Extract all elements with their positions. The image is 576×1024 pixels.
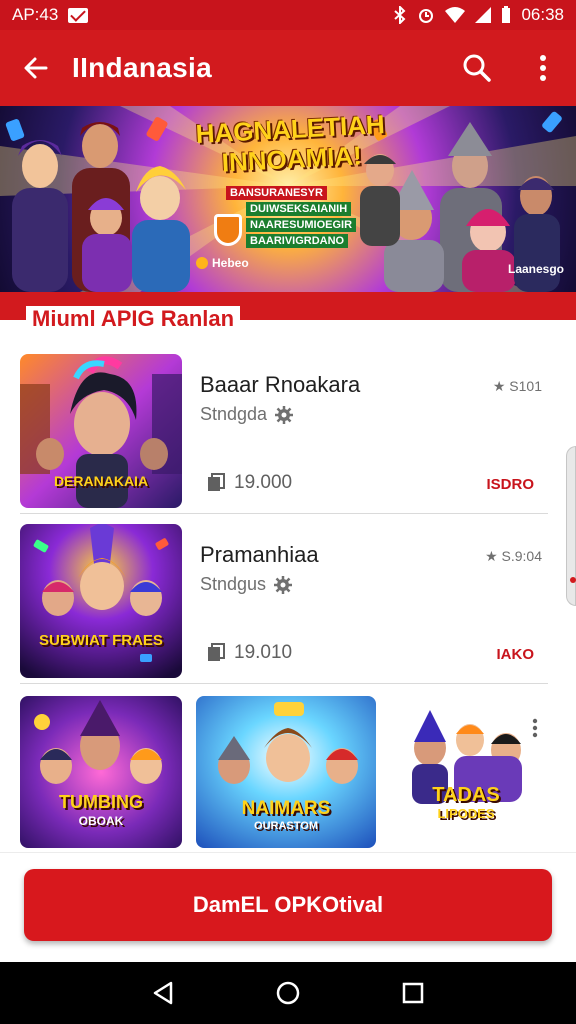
recents-square-icon: [403, 982, 424, 1004]
thumbnail-label: SUBWIAT FRAES: [39, 632, 163, 649]
grid-card-label: NAIMARS: [241, 798, 331, 819]
signal-icon: [475, 7, 492, 23]
grid-card[interactable]: NAIMARS OURASTOM: [196, 696, 376, 848]
item-subtitle: Stndgda: [200, 404, 294, 425]
more-vert-icon: [540, 55, 546, 81]
primary-cta-button[interactable]: DamEL OPKOtival: [24, 869, 552, 941]
gear-icon: [274, 575, 293, 594]
game-thumbnail: SUBWIAT FRAES: [20, 524, 182, 678]
copy-icon: [208, 643, 225, 661]
status-time-left: AP:43: [12, 5, 59, 24]
game-thumbnail: DERANAKAIA: [20, 354, 182, 508]
item-action-button[interactable]: ISDRO: [486, 476, 534, 493]
coin-icon: [196, 257, 208, 269]
search-button[interactable]: [444, 30, 510, 106]
thumbnail-art: [20, 524, 182, 678]
section-heading: Miuml APIG Ranlan: [26, 306, 241, 332]
grid-card-label: TUMBING: [59, 792, 143, 812]
item-meta: ★ S101: [492, 378, 542, 394]
bottom-action-area: DamEL OPKOtival: [0, 852, 576, 962]
banner-sub-line: BAARIVIGRDANO: [246, 234, 349, 248]
back-triangle-icon: [153, 981, 172, 1005]
app-bar: IIndanasia: [0, 30, 576, 106]
banner-sub-line: DUIWSEKSAIANIH: [246, 202, 352, 216]
home-circle-icon: [276, 981, 300, 1005]
item-meta: ★ S.9:04: [485, 548, 542, 564]
banner-left-label: Hebeo: [196, 256, 249, 270]
status-time-right: 06:38: [521, 5, 564, 24]
back-button[interactable]: [0, 30, 72, 106]
back-arrow-icon: [24, 57, 48, 79]
grid-card[interactable]: TUMBING OBOAK: [20, 696, 182, 848]
search-icon: [463, 54, 491, 82]
grid-card-label: TADAS: [432, 784, 500, 806]
item-subtitle: Stndgus: [200, 574, 293, 595]
banner-sub-line: NAARESUMIOEGIR: [246, 218, 357, 232]
more-options-button[interactable]: [510, 30, 576, 106]
nav-recents-button[interactable]: [383, 963, 443, 1023]
battery-icon: [502, 6, 511, 23]
banner-right-label: Laanesgo: [507, 262, 564, 276]
item-title: Baaar Rnoakara: [200, 372, 361, 397]
bluetooth-icon: [394, 6, 406, 24]
grid-card-sublabel: OURASTOM: [254, 820, 318, 832]
copy-icon: [208, 473, 225, 491]
banner-title: HAGNALETIAH INNOAMIA!: [195, 109, 388, 179]
more-vert-icon: [532, 718, 538, 738]
system-nav-bar: [0, 962, 576, 1024]
card-more-button[interactable]: [532, 718, 538, 743]
banner-sub-line: BANSURANESYR: [226, 186, 327, 200]
item-action-button[interactable]: IAKO: [497, 646, 535, 663]
nav-back-button[interactable]: [133, 963, 193, 1023]
page-title: IIndanasia: [72, 52, 212, 83]
list-item[interactable]: DERANAKAIA Baaar Rnoakara Stndgda ★ S101…: [20, 354, 548, 514]
thumbnail-label: DERANAKAIA: [53, 473, 149, 489]
grid-card[interactable]: TADAS LIPODES: [384, 696, 548, 848]
item-count: 19.000: [206, 472, 292, 494]
item-count: 19.010: [206, 642, 292, 664]
grid-card-sublabel: LIPODES: [437, 806, 495, 821]
mail-icon: [68, 7, 89, 23]
grid-card-art: [412, 710, 522, 804]
alarm-icon: [419, 9, 434, 23]
side-drawer-handle[interactable]: [566, 446, 576, 606]
grid-card-sublabel: OBOAK: [78, 814, 124, 828]
item-title: Pramanhiaa: [200, 542, 319, 567]
shield-icon: [214, 214, 242, 246]
nav-home-button[interactable]: [258, 963, 318, 1023]
gear-icon: [275, 405, 294, 424]
status-bar: AP:43 06:38: [0, 0, 576, 30]
wifi-icon: [445, 7, 466, 23]
list-item[interactable]: SUBWIAT FRAES Pramanhiaa Stndgus ★ S.9:0…: [20, 524, 548, 684]
promo-banner[interactable]: HAGNALETIAH INNOAMIA! BANSURANESYR DUIWS…: [0, 106, 576, 292]
